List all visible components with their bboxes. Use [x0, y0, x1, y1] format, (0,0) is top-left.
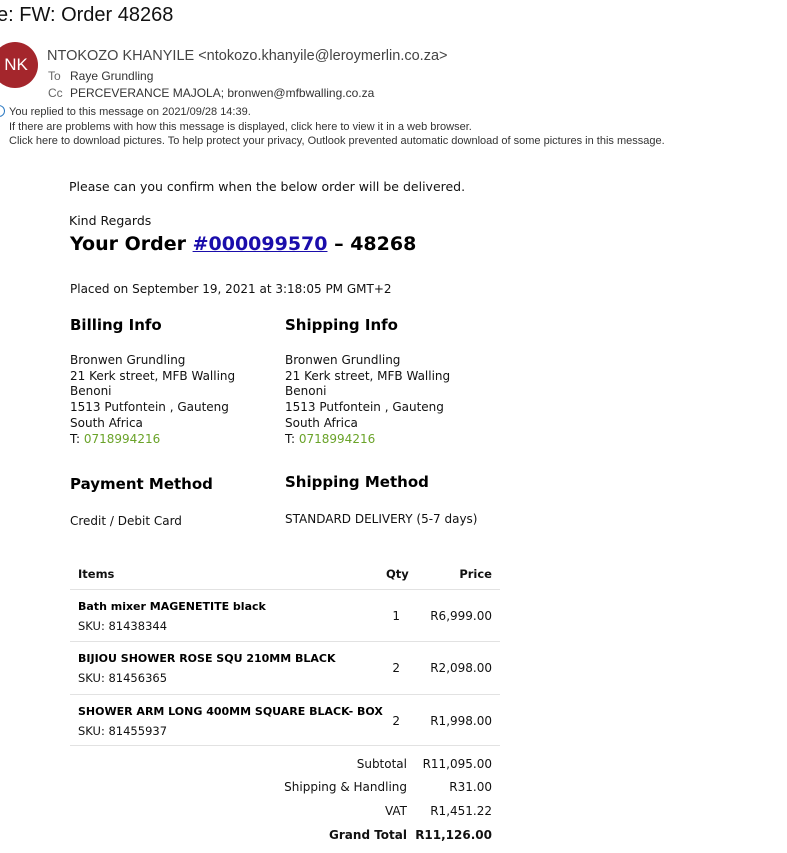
- billing-address: Bronwen Grundling 21 Kerk street, MFB Wa…: [70, 353, 235, 447]
- table-divider: [70, 694, 500, 695]
- shipping-phone-label: T:: [285, 431, 299, 446]
- table-divider: [70, 745, 500, 746]
- placed-on-text: Placed on September 19, 2021 at 3:18:05 …: [70, 282, 392, 296]
- subtotal-label: Subtotal: [356, 757, 407, 771]
- item-qty: 1: [392, 609, 400, 623]
- shipping-method-heading: Shipping Method: [285, 473, 429, 491]
- shipping-handling-value: R31.00: [449, 780, 492, 794]
- shipping-handling-label: Shipping & Handling: [284, 780, 407, 794]
- intro-text: Please can you confirm when the below or…: [69, 179, 466, 194]
- sender-avatar[interactable]: NK: [0, 42, 38, 88]
- subtotal-value: R11,095.00: [422, 757, 492, 771]
- vat-label: VAT: [384, 804, 407, 818]
- cc-recipients[interactable]: PERCEVERANCE MAJOLA; bronwen@mfbwalling.…: [70, 86, 374, 100]
- shipping-address: Bronwen Grundling 21 Kerk street, MFB Wa…: [285, 353, 450, 447]
- items-column-header: Items: [78, 567, 115, 581]
- billing-phone-link[interactable]: 0718994216: [84, 432, 160, 446]
- item-price: R2,098.00: [430, 661, 492, 675]
- table-divider: [70, 641, 500, 642]
- item-sku: SKU: 81455937: [78, 724, 168, 738]
- item-qty: 2: [392, 661, 400, 675]
- shipping-country: South Africa: [285, 415, 358, 430]
- table-divider: [70, 589, 500, 590]
- item-name: SHOWER ARM LONG 400MM SQUARE BLACK- BOX: [78, 705, 383, 718]
- email-subject: e: FW: Order 48268: [0, 4, 174, 26]
- shipping-street: 21 Kerk street, MFB Walling: [285, 368, 451, 383]
- billing-phone-line: T: 0718994216: [70, 432, 235, 448]
- grand-total-value: R11,126.00: [415, 828, 492, 842]
- billing-phone-label: T:: [70, 431, 84, 446]
- billing-postal: 1513 Putfontein , Gauteng: [70, 400, 229, 415]
- cc-label: Cc: [48, 86, 63, 100]
- payment-method-heading: Payment Method: [70, 475, 213, 493]
- item-name: Bath mixer MAGENETITE black: [78, 600, 266, 613]
- to-label: To: [48, 69, 61, 83]
- regards-text: Kind Regards: [69, 213, 152, 228]
- billing-street: 21 Kerk street, MFB Walling: [70, 368, 236, 383]
- order-title-prefix: Your Order: [70, 233, 193, 255]
- billing-country: South Africa: [70, 415, 143, 430]
- order-title: Your Order #000099570 – 48268: [70, 233, 416, 255]
- display-notice-link[interactable]: If there are problems with how this mess…: [9, 121, 472, 133]
- download-pictures-link[interactable]: Click here to download pictures. To help…: [9, 135, 665, 147]
- sender-name[interactable]: NTOKOZO KHANYILE <ntokozo.khanyile@leroy…: [47, 48, 447, 64]
- item-name: BIJIOU SHOWER ROSE SQU 210MM BLACK: [78, 652, 336, 665]
- vat-value: R1,451.22: [430, 804, 492, 818]
- shipping-city: Benoni: [285, 384, 327, 399]
- qty-column-header: Qty: [386, 567, 409, 581]
- shipping-method-value: STANDARD DELIVERY (5-7 days): [285, 512, 478, 526]
- billing-info-heading: Billing Info: [70, 316, 162, 334]
- price-column-header: Price: [459, 567, 492, 581]
- billing-city: Benoni: [70, 384, 112, 399]
- item-sku: SKU: 81438344: [78, 619, 168, 633]
- billing-name: Bronwen Grundling: [70, 353, 186, 367]
- item-sku: SKU: 81456365: [78, 671, 168, 685]
- item-price: R6,999.00: [430, 609, 492, 623]
- shipping-phone-link[interactable]: 0718994216: [299, 432, 375, 446]
- order-title-suffix: – 48268: [327, 233, 417, 255]
- payment-method-value: Credit / Debit Card: [70, 514, 182, 528]
- grand-total-label: Grand Total: [329, 828, 407, 842]
- shipping-info-heading: Shipping Info: [285, 316, 398, 334]
- replied-notice: You replied to this message on 2021/09/2…: [9, 106, 251, 118]
- shipping-postal: 1513 Putfontein , Gauteng: [285, 400, 444, 415]
- to-recipients[interactable]: Raye Grundling: [70, 69, 153, 83]
- item-price: R1,998.00: [430, 714, 492, 728]
- order-number-link[interactable]: #000099570: [193, 233, 328, 255]
- item-qty: 2: [392, 714, 400, 728]
- shipping-name: Bronwen Grundling: [285, 353, 401, 367]
- reply-info-icon: [0, 105, 5, 117]
- shipping-phone-line: T: 0718994216: [285, 432, 450, 448]
